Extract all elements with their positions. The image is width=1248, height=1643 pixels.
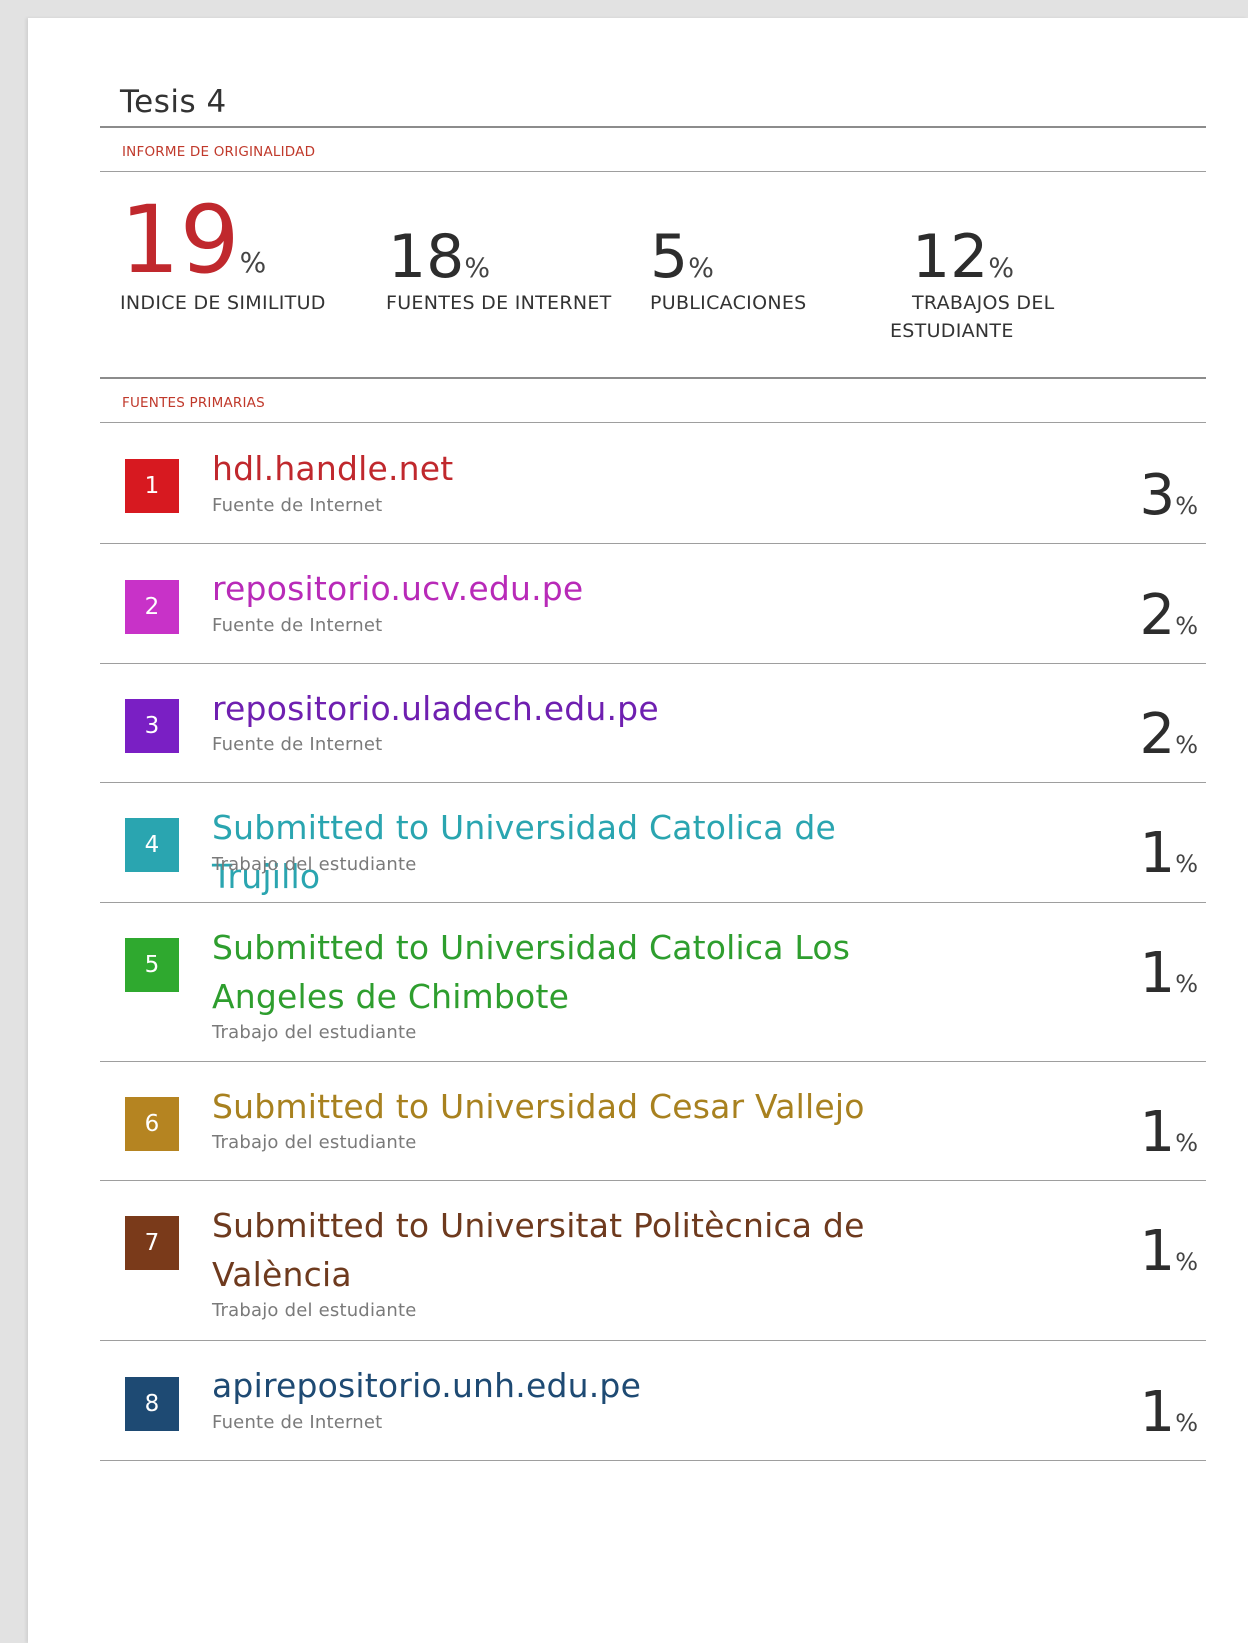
source-name: repositorio.uladech.edu.pe xyxy=(212,689,659,728)
stat-publications-label: PUBLICACIONES xyxy=(650,292,807,314)
originality-heading: INFORME DE ORIGINALIDAD xyxy=(122,144,316,160)
source-type: Fuente de Internet xyxy=(212,495,383,516)
source-rank-badge: 1 xyxy=(125,459,179,513)
originality-divider xyxy=(100,171,1206,172)
stat-student-value: 12% xyxy=(912,222,1015,292)
source-row: 8 apirepositorio.unh.edu.pe Fuente de In… xyxy=(100,1341,1206,1460)
source-percent: 1% xyxy=(1139,821,1198,886)
source-name: Submitted to Universidad Cesar Vallejo xyxy=(212,1087,865,1126)
source-rank-badge: 4 xyxy=(125,818,179,872)
source-name: Submitted to Universidad Catolica de Tru… xyxy=(212,808,837,896)
source-rank-badge: 6 xyxy=(125,1097,179,1151)
source-name: Submitted to Universitat Politècnica de … xyxy=(212,1206,865,1294)
source-type: Trabajo del estudiante xyxy=(212,1300,417,1321)
source-percent: 1% xyxy=(1139,941,1198,1006)
source-percent: 2% xyxy=(1139,702,1198,767)
source-rank-badge: 2 xyxy=(125,580,179,634)
source-percent: 2% xyxy=(1139,583,1198,648)
stat-similarity-label: INDICE DE SIMILITUD xyxy=(120,292,326,314)
source-row: 5 Submitted to Universidad Catolica Los … xyxy=(100,903,1206,1061)
document-title: Tesis 4 xyxy=(120,84,227,120)
source-type: Trabajo del estudiante xyxy=(212,854,417,875)
source-percent: 3% xyxy=(1139,463,1198,528)
source-name: apirepositorio.unh.edu.pe xyxy=(212,1366,642,1405)
source-row: 6 Submitted to Universidad Cesar Vallejo… xyxy=(100,1062,1206,1180)
source-rank-badge: 7 xyxy=(125,1216,179,1270)
primary-sources-heading: FUENTES PRIMARIAS xyxy=(122,395,265,411)
source-name: repositorio.ucv.edu.pe xyxy=(212,569,584,608)
source-percent: 1% xyxy=(1139,1219,1198,1284)
report-page: Tesis 4 INFORME DE ORIGINALIDAD 19% INDI… xyxy=(28,18,1248,1643)
source-type: Fuente de Internet xyxy=(212,1412,383,1433)
source-row: 3 repositorio.uladech.edu.pe Fuente de I… xyxy=(100,664,1206,782)
source-row: 1 hdl.handle.net Fuente de Internet 3% xyxy=(100,423,1206,543)
title-divider xyxy=(100,126,1206,128)
source-row: 2 repositorio.ucv.edu.pe Fuente de Inter… xyxy=(100,544,1206,663)
source-name: Submitted to Universidad Catolica Los An… xyxy=(212,928,851,1016)
source-rank-badge: 3 xyxy=(125,699,179,753)
source-name: hdl.handle.net xyxy=(212,449,454,488)
stat-internet-value: 18% xyxy=(388,222,491,292)
row-divider xyxy=(100,1460,1206,1461)
stat-similarity-value: 19% xyxy=(120,186,267,295)
source-type: Trabajo del estudiante xyxy=(212,1022,417,1043)
source-rank-badge: 8 xyxy=(125,1377,179,1431)
source-row: 4 Submitted to Universidad Catolica de T… xyxy=(100,783,1206,902)
stat-student-label-line1: TRABAJOS DEL xyxy=(912,292,1055,314)
source-percent: 1% xyxy=(1139,1100,1198,1165)
stat-student-label-line2: ESTUDIANTE xyxy=(890,320,1014,342)
source-type: Fuente de Internet xyxy=(212,734,383,755)
stats-divider xyxy=(100,377,1206,379)
source-row: 7 Submitted to Universitat Politècnica d… xyxy=(100,1181,1206,1340)
source-percent: 1% xyxy=(1139,1380,1198,1445)
stat-internet-label: FUENTES DE INTERNET xyxy=(386,292,612,314)
source-type: Trabajo del estudiante xyxy=(212,1132,417,1153)
stat-publications-value: 5% xyxy=(650,222,714,292)
source-rank-badge: 5 xyxy=(125,938,179,992)
source-type: Fuente de Internet xyxy=(212,615,383,636)
